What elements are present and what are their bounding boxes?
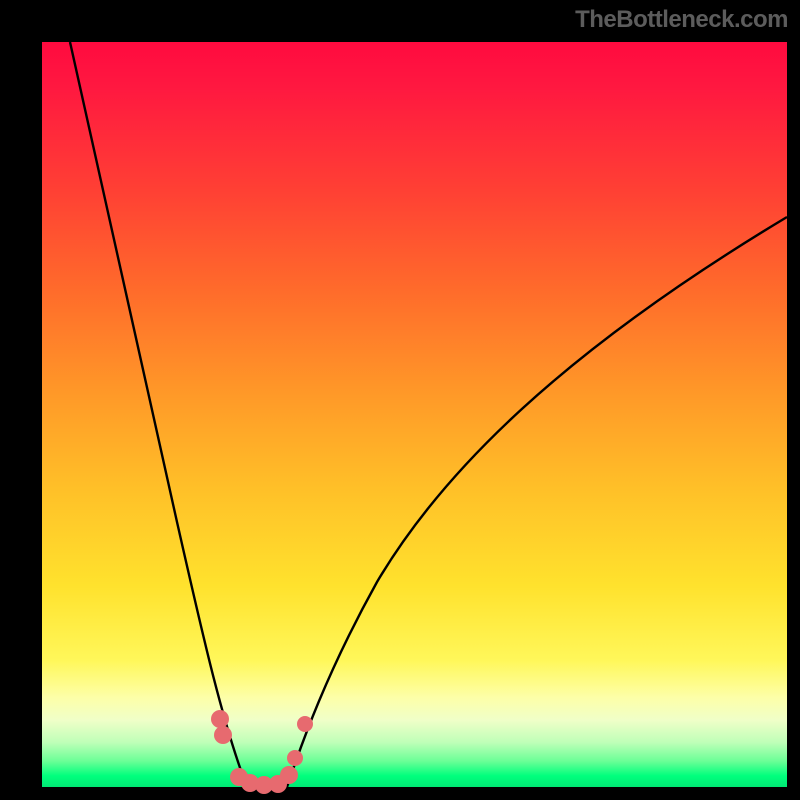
right-curve: [287, 217, 787, 787]
chart-frame: TheBottleneck.com: [0, 0, 800, 800]
plot-area: [42, 42, 787, 787]
left-curve: [70, 42, 247, 787]
watermark-text: TheBottleneck.com: [575, 6, 788, 34]
chart-svg: [42, 42, 787, 787]
marker-cluster: [211, 710, 313, 794]
